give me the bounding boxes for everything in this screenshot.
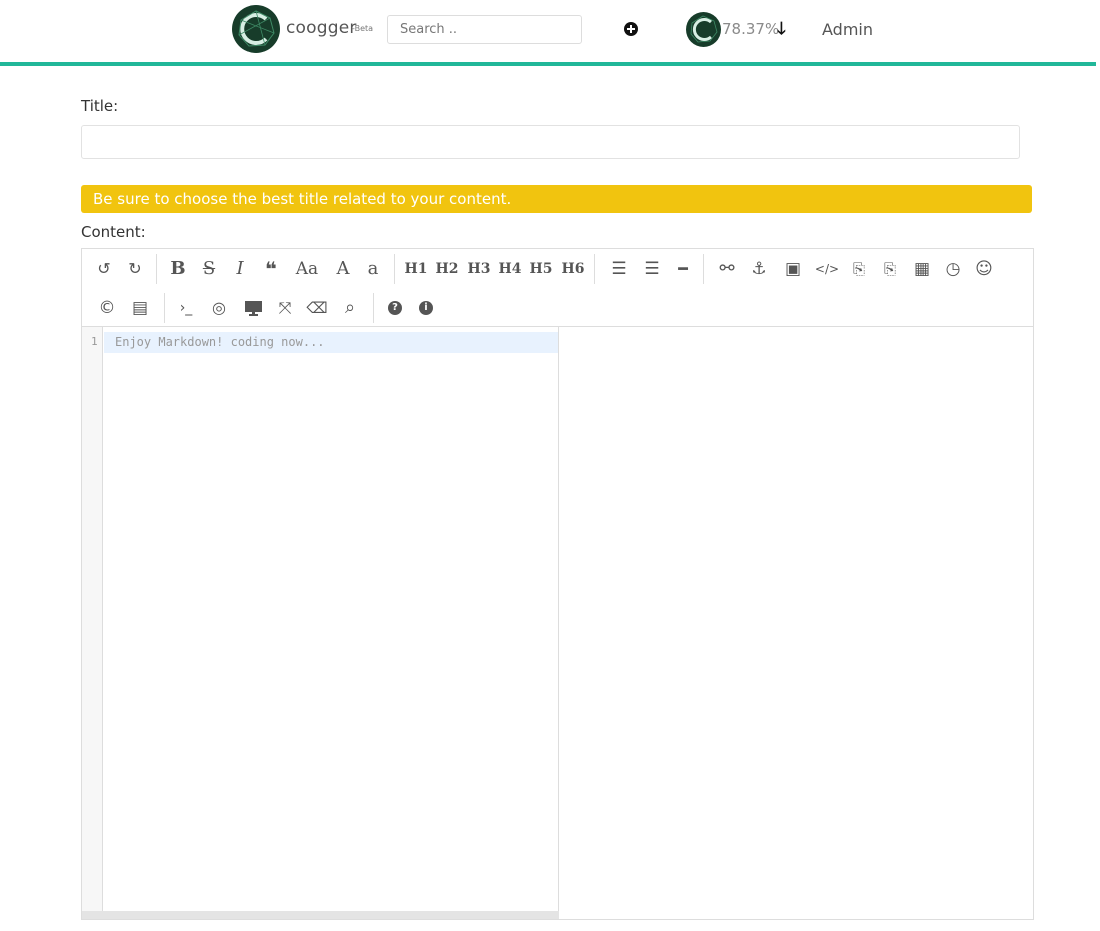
inline-code-icon[interactable]: </> bbox=[814, 257, 840, 281]
brand-name[interactable]: coogger bbox=[286, 18, 357, 38]
top-navbar: coogger -Beta 78.37% 🡓 Admin bbox=[0, 0, 1100, 62]
search-icon[interactable]: ⌕ bbox=[337, 296, 363, 320]
voting-power: 78.37% bbox=[722, 20, 780, 38]
beta-badge: -Beta bbox=[352, 24, 374, 33]
plus-circle-icon[interactable] bbox=[624, 22, 638, 36]
toolbar-separator bbox=[394, 254, 395, 284]
h5-button[interactable]: H5 bbox=[528, 257, 554, 281]
horizontal-rule-icon[interactable]: ━ bbox=[670, 257, 696, 281]
watch-icon[interactable]: ›_ bbox=[173, 296, 199, 320]
h3-button[interactable]: H3 bbox=[466, 257, 492, 281]
coogger-logo-icon[interactable] bbox=[232, 5, 280, 53]
admin-menu[interactable]: Admin bbox=[822, 20, 873, 39]
image-icon[interactable]: ▣ bbox=[780, 257, 806, 281]
table-icon[interactable]: ▦ bbox=[909, 257, 935, 281]
toolbar-separator bbox=[703, 254, 704, 284]
toolbar-separator bbox=[156, 254, 157, 284]
quote-icon[interactable]: ❝ bbox=[258, 257, 284, 281]
fullscreen-icon[interactable]: ⤧ bbox=[272, 296, 298, 320]
content-label: Content: bbox=[81, 223, 146, 241]
uppercase-first-button[interactable]: Aa bbox=[292, 257, 322, 281]
pagebreak-icon[interactable]: ▤ bbox=[127, 296, 153, 320]
h4-button[interactable]: H4 bbox=[497, 257, 523, 281]
title-hint-alert: Be sure to choose the best title related… bbox=[81, 185, 1032, 213]
preformatted-text-icon[interactable]: ⎘ bbox=[877, 257, 903, 281]
toolbar-separator bbox=[373, 293, 374, 323]
desktop-preview-icon[interactable] bbox=[240, 296, 266, 320]
info-icon[interactable]: i bbox=[413, 296, 439, 320]
editor-placeholder[interactable]: Enjoy Markdown! coding now... bbox=[115, 335, 325, 349]
uppercase-button[interactable]: A bbox=[330, 257, 356, 281]
bold-button[interactable]: B bbox=[165, 257, 191, 281]
user-avatar[interactable] bbox=[686, 12, 721, 47]
preview-icon[interactable]: ◎ bbox=[206, 296, 232, 320]
editor-toolbar: ↺ ↻ B S I ❝ Aa A a H1 H2 H3 H4 H5 H6 ☰ ☰… bbox=[82, 249, 1033, 327]
h2-button[interactable]: H2 bbox=[434, 257, 460, 281]
link-icon[interactable]: ⚯ bbox=[714, 257, 740, 281]
html-entities-icon[interactable]: © bbox=[94, 296, 120, 320]
code-block-icon[interactable]: ⎘ bbox=[846, 257, 872, 281]
h6-button[interactable]: H6 bbox=[560, 257, 586, 281]
line-number-gutter bbox=[82, 327, 103, 913]
title-label: Title: bbox=[81, 97, 119, 115]
help-icon[interactable]: ? bbox=[382, 296, 408, 320]
markdown-preview-pane bbox=[559, 327, 1033, 919]
datetime-icon[interactable]: ◷ bbox=[940, 257, 966, 281]
h1-button[interactable]: H1 bbox=[403, 257, 429, 281]
toolbar-separator bbox=[164, 293, 165, 323]
search-input[interactable] bbox=[387, 15, 582, 44]
title-input[interactable] bbox=[81, 125, 1020, 159]
emoji-icon[interactable]: ☺ bbox=[971, 257, 997, 281]
strikethrough-button[interactable]: S bbox=[196, 257, 222, 281]
toolbar-separator bbox=[594, 254, 595, 284]
redo-icon[interactable]: ↻ bbox=[122, 257, 148, 281]
unordered-list-icon[interactable]: ☰ bbox=[606, 257, 632, 281]
line-number: 1 bbox=[91, 335, 98, 348]
horizontal-scrollbar[interactable] bbox=[82, 911, 559, 919]
undo-icon[interactable]: ↺ bbox=[91, 257, 117, 281]
italic-button[interactable]: I bbox=[227, 257, 253, 281]
arrow-down-icon[interactable]: 🡓 bbox=[777, 20, 786, 38]
eraser-icon[interactable]: ⌫ bbox=[304, 296, 330, 320]
header-divider bbox=[0, 62, 1096, 66]
markdown-editor: ↺ ↻ B S I ❝ Aa A a H1 H2 H3 H4 H5 H6 ☰ ☰… bbox=[81, 248, 1034, 920]
lowercase-button[interactable]: a bbox=[360, 257, 386, 281]
ordered-list-icon[interactable]: ☰ bbox=[639, 257, 665, 281]
anchor-icon[interactable]: ⚓ bbox=[746, 257, 772, 281]
